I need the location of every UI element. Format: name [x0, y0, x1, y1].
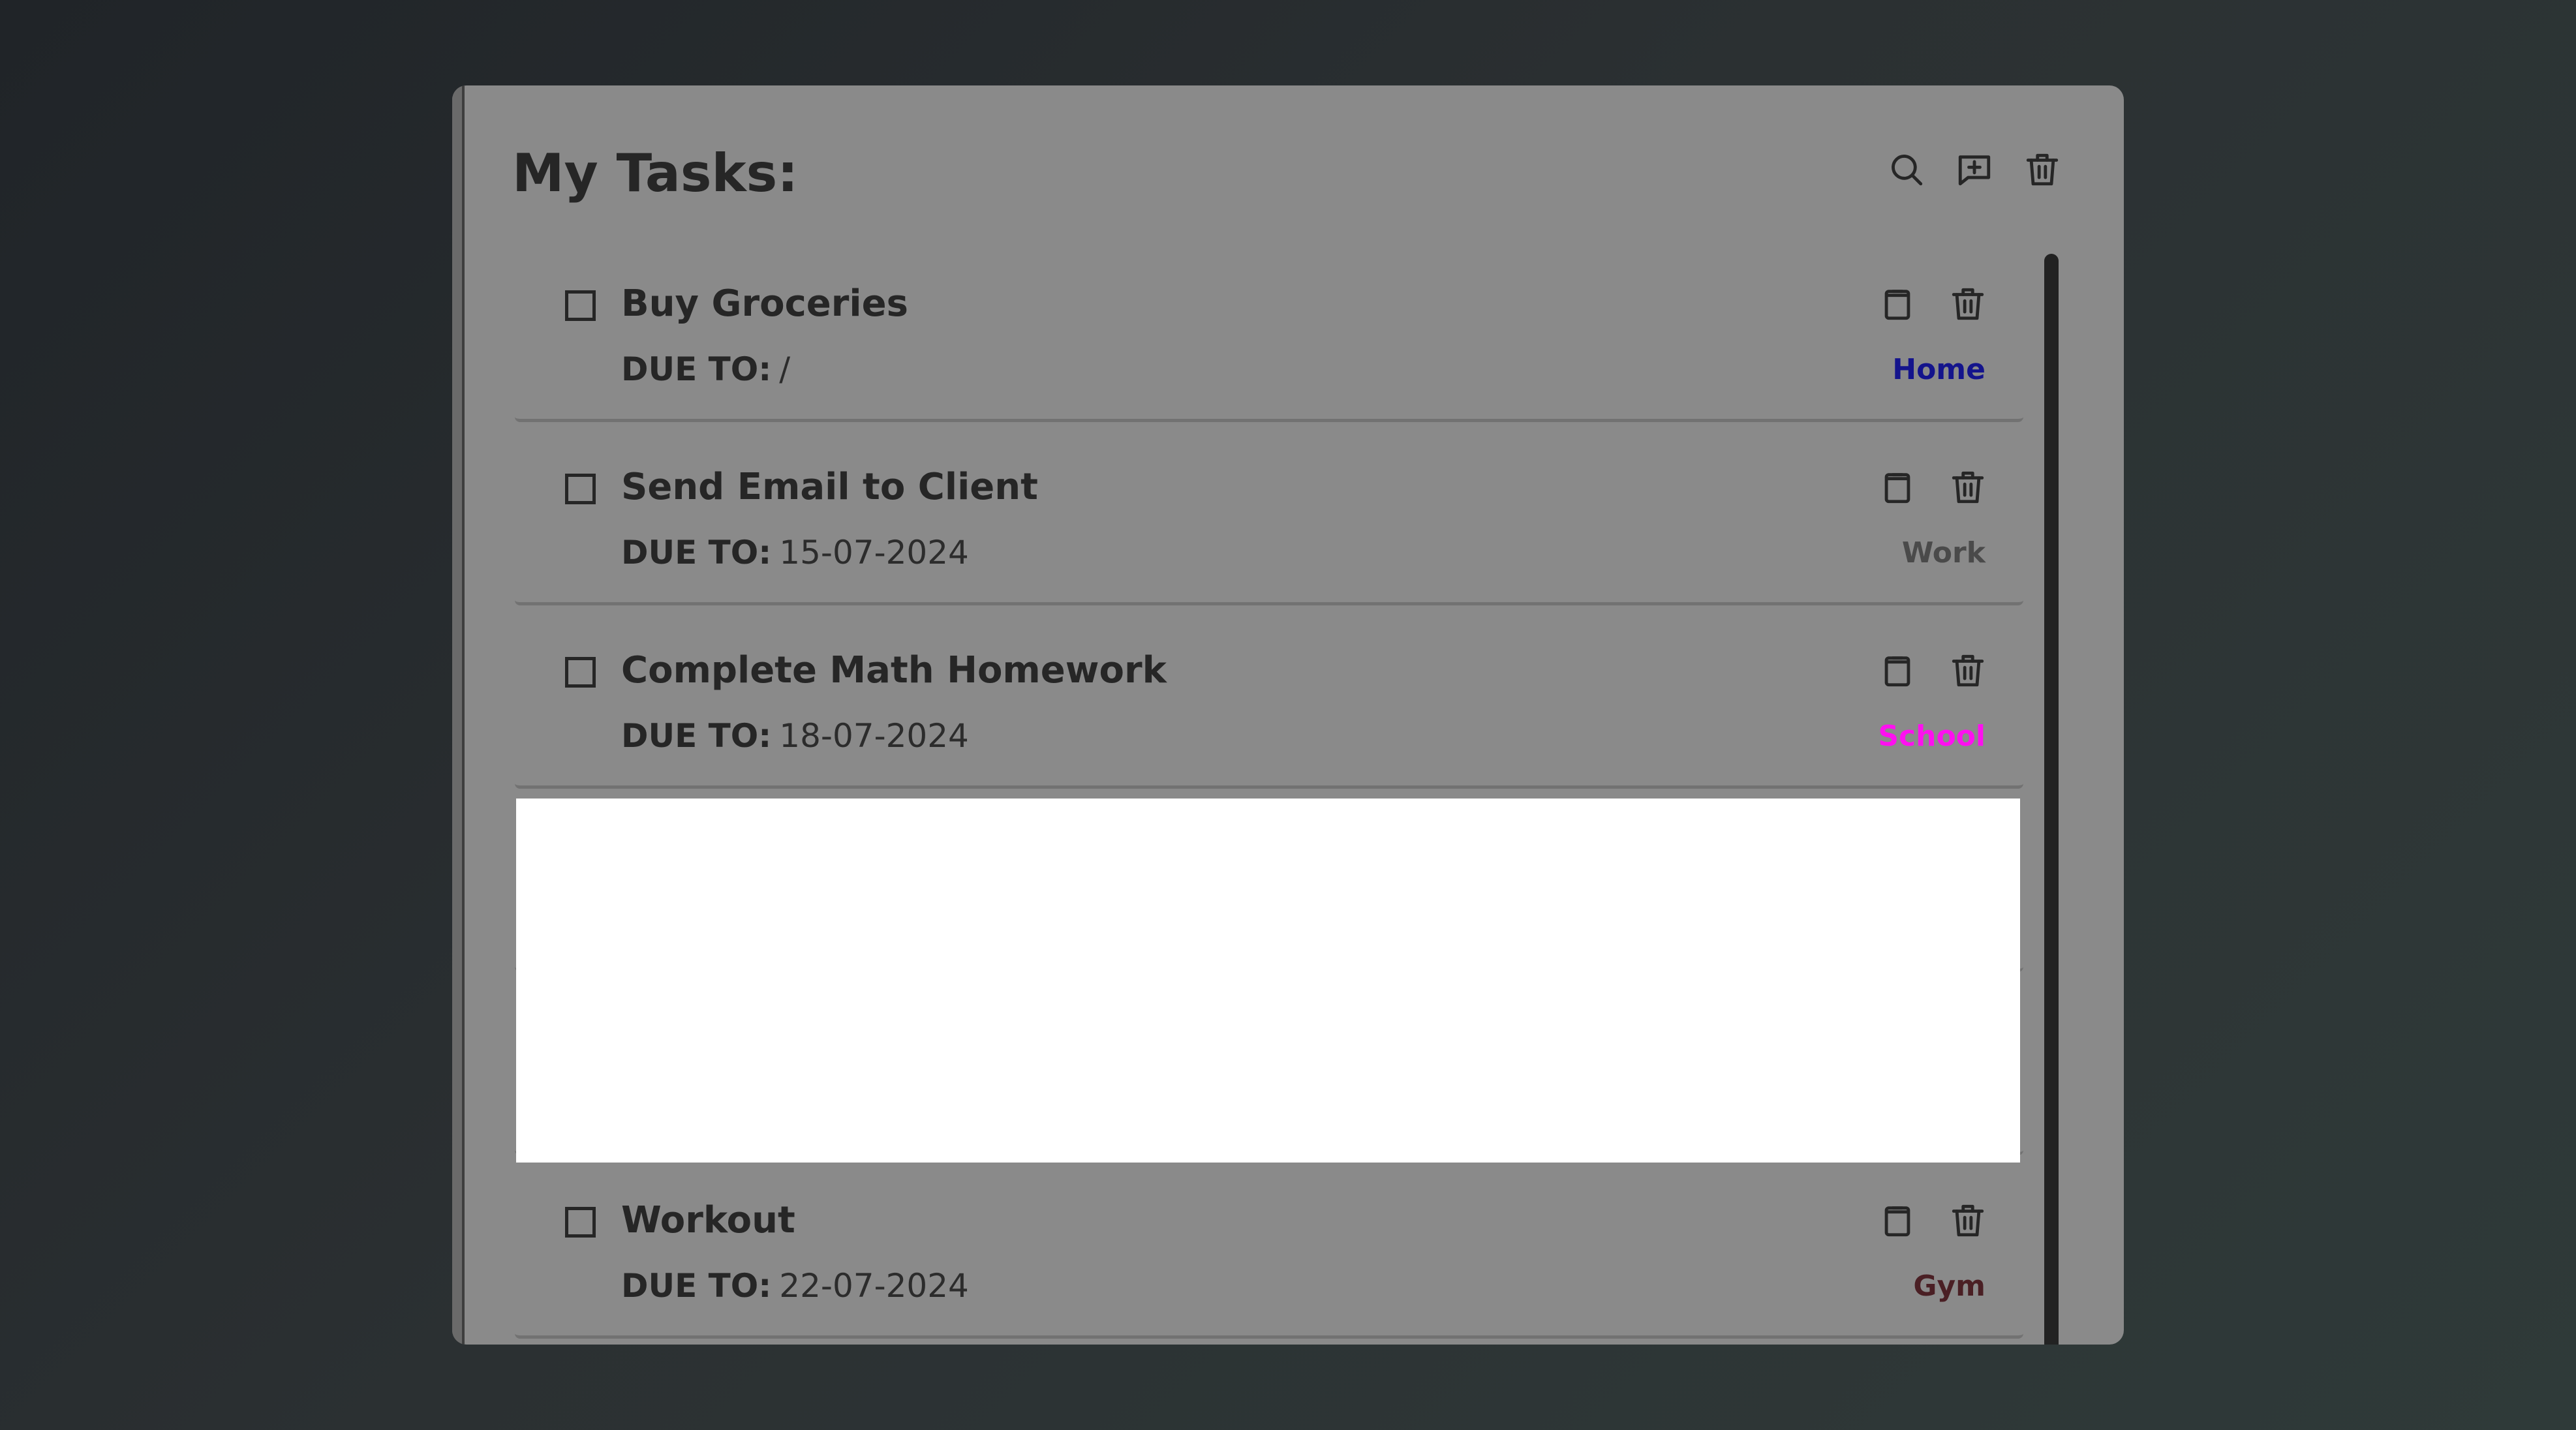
task-actions — [1877, 1017, 1988, 1057]
due-date: 22-07-2024 — [779, 1267, 969, 1305]
task-title: Complete Math Homework — [621, 649, 1167, 692]
task-checkbox[interactable] — [565, 1207, 596, 1238]
clipboard-icon[interactable] — [1877, 650, 1918, 691]
task-title: Submit Project Report — [621, 1016, 1079, 1058]
task-title: Send Email to Client — [621, 466, 1038, 508]
task-title: Buy Groceries — [621, 282, 908, 325]
due-label: DUE TO: — [621, 1267, 772, 1305]
page-title: My Tasks: — [512, 143, 799, 204]
task-due: DUE TO: 21-07-2024 — [621, 900, 969, 938]
clipboard-icon[interactable] — [1877, 1200, 1918, 1241]
scrollbar[interactable] — [2044, 254, 2059, 1345]
due-date: 15-07-2024 — [779, 534, 969, 571]
task-category: Gym — [1913, 1270, 1986, 1303]
clipboard-icon[interactable] — [1877, 1017, 1918, 1057]
task-actions — [1877, 467, 1988, 508]
due-label: DUE TO: — [621, 900, 772, 938]
due-label: DUE TO: — [621, 350, 772, 388]
clipboard-icon[interactable] — [1877, 284, 1918, 324]
due-label: DUE TO: — [621, 717, 772, 755]
trash-icon[interactable] — [1948, 650, 1988, 691]
task-list: Buy Groceries DUE TO: / Home Send Email t… — [515, 256, 2029, 1345]
due-label: DUE TO: — [621, 1084, 772, 1121]
task-card: Personal Project DUE TO: 21-07-2024 Perso… — [515, 806, 2023, 972]
clipboard-icon[interactable] — [1877, 834, 1918, 874]
task-category: School — [1878, 720, 1986, 753]
due-date: 20-07-2024 — [779, 1084, 969, 1121]
task-due: DUE TO: 22-07-2024 — [621, 1267, 969, 1305]
due-label: DUE TO: — [621, 534, 772, 571]
task-due: DUE TO: 18-07-2024 — [621, 717, 969, 755]
add-comment-icon[interactable] — [1953, 148, 1996, 191]
trash-icon[interactable] — [2021, 148, 2064, 191]
task-card: Complete Math Homework DUE TO: 18-07-2024… — [515, 623, 2023, 789]
trash-icon[interactable] — [1948, 284, 1988, 324]
tasks-window: My Tasks: Buy Groceries DUE TO: / Home S… — [452, 85, 2124, 1345]
task-card: Send Email to Client DUE TO: 15-07-2024 W… — [515, 440, 2023, 605]
task-actions — [1877, 834, 1988, 874]
task-category: Work — [1901, 1086, 1986, 1119]
task-checkbox[interactable] — [565, 474, 596, 504]
task-checkbox[interactable] — [565, 657, 596, 688]
task-actions — [1877, 284, 1988, 324]
due-date: / — [779, 350, 791, 388]
task-due: DUE TO: 20-07-2024 — [621, 1084, 969, 1121]
task-card: Buy Groceries DUE TO: / Home — [515, 256, 2023, 422]
task-checkbox[interactable] — [565, 290, 596, 321]
task-card: Submit Project Report DUE TO: 20-07-2024 … — [515, 990, 2023, 1155]
trash-icon[interactable] — [1948, 467, 1988, 508]
task-due: DUE TO: 15-07-2024 — [621, 534, 969, 571]
task-title: Workout — [621, 1199, 795, 1241]
trash-icon[interactable] — [1948, 834, 1988, 874]
task-category: Home — [1892, 353, 1986, 386]
header-actions — [1885, 148, 2064, 191]
task-category: Personal — [1844, 903, 1986, 936]
task-checkbox[interactable] — [565, 840, 596, 871]
task-title: Personal Project — [621, 832, 960, 875]
window-left-border — [452, 85, 465, 1345]
task-checkbox[interactable] — [565, 1024, 596, 1054]
search-icon[interactable] — [1885, 148, 1928, 191]
trash-icon[interactable] — [1948, 1017, 1988, 1057]
task-actions — [1877, 1200, 1988, 1241]
due-date: 18-07-2024 — [779, 717, 969, 755]
task-due: DUE TO: / — [621, 350, 790, 388]
task-card: Workout DUE TO: 22-07-2024 Gym — [515, 1173, 2023, 1339]
trash-icon[interactable] — [1948, 1200, 1988, 1241]
clipboard-icon[interactable] — [1877, 467, 1918, 508]
task-category: Work — [1901, 536, 1986, 570]
due-date: 21-07-2024 — [779, 900, 969, 938]
task-actions — [1877, 650, 1988, 691]
